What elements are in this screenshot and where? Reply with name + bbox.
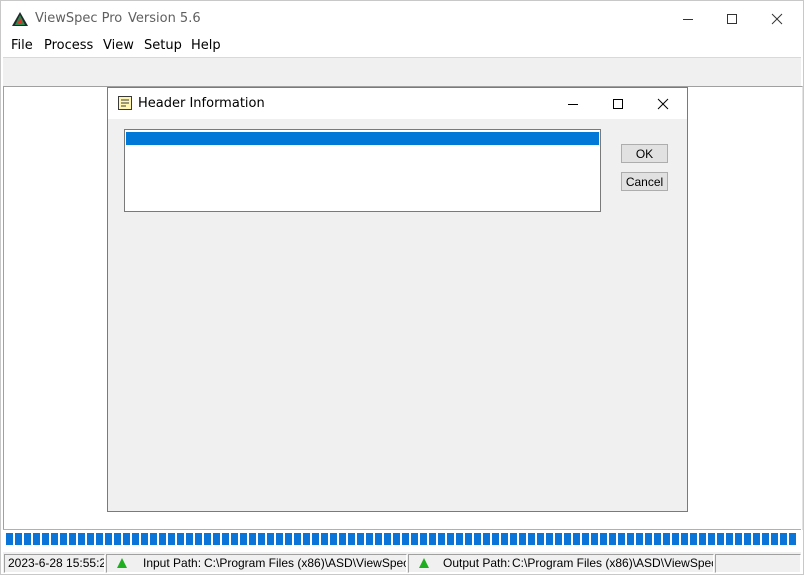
note-icon bbox=[118, 96, 132, 110]
cancel-button[interactable]: Cancel bbox=[621, 172, 668, 191]
menu-view[interactable]: View bbox=[103, 38, 134, 53]
ok-button[interactable]: OK bbox=[621, 144, 668, 163]
menu-file[interactable]: File bbox=[11, 38, 33, 53]
dialog-minimize-button[interactable] bbox=[550, 88, 596, 119]
menu-process[interactable]: Process bbox=[44, 38, 93, 53]
app-version: Version 5.6 bbox=[128, 11, 201, 26]
status-empty-panel bbox=[715, 554, 801, 573]
app-title: ViewSpec Pro bbox=[35, 11, 123, 26]
maximize-icon bbox=[727, 14, 737, 24]
toolbar bbox=[3, 57, 801, 87]
dialog-maximize-button[interactable] bbox=[595, 88, 641, 119]
status-input-panel: Input Path: C:\Program Files (x86)\ASD\V… bbox=[106, 554, 407, 573]
maximize-button[interactable] bbox=[709, 1, 755, 37]
menu-setup[interactable]: Setup bbox=[144, 38, 182, 53]
status-datetime: 2023-6-28 15:55:21 bbox=[8, 556, 105, 570]
minimize-button[interactable] bbox=[665, 1, 711, 37]
menu-bar: File Process View Setup Help bbox=[1, 37, 803, 57]
progress-fill bbox=[6, 533, 798, 545]
header-list[interactable] bbox=[124, 129, 601, 212]
main-window: ViewSpec Pro Version 5.6 File Process Vi… bbox=[0, 0, 804, 575]
input-path-value: C:\Program Files (x86)\ASD\ViewSpecPro bbox=[204, 556, 407, 570]
dialog-title: Header Information bbox=[138, 96, 265, 111]
output-path-label: Output Path: bbox=[443, 556, 511, 570]
dialog-title-bar[interactable]: Header Information bbox=[108, 88, 687, 119]
dialog-close-button[interactable] bbox=[640, 88, 686, 119]
close-icon bbox=[771, 13, 783, 25]
viewspec-logo-icon bbox=[12, 12, 28, 26]
minimize-icon bbox=[683, 19, 693, 20]
close-icon bbox=[657, 98, 669, 109]
header-information-dialog: Header Information OK Cancel bbox=[107, 87, 688, 512]
input-path-label: Input Path: bbox=[143, 556, 202, 570]
output-path-value: C:\Program Files (x86)\ASD\ViewSpecPro bbox=[512, 556, 714, 570]
input-indicator-icon bbox=[117, 558, 127, 568]
status-datetime-panel: 2023-6-28 15:55:21 bbox=[4, 554, 105, 573]
maximize-icon bbox=[613, 98, 623, 109]
status-bar: 2023-6-28 15:55:21 Input Path: C:\Progra… bbox=[3, 552, 801, 573]
status-output-panel: Output Path: C:\Program Files (x86)\ASD\… bbox=[408, 554, 714, 573]
list-item-selected[interactable] bbox=[126, 132, 599, 145]
title-bar[interactable]: ViewSpec Pro Version 5.6 bbox=[1, 1, 803, 37]
minimize-icon bbox=[568, 103, 578, 105]
menu-help[interactable]: Help bbox=[191, 38, 221, 53]
output-indicator-icon bbox=[419, 558, 429, 568]
close-button[interactable] bbox=[754, 1, 800, 37]
progress-bar bbox=[3, 529, 801, 548]
